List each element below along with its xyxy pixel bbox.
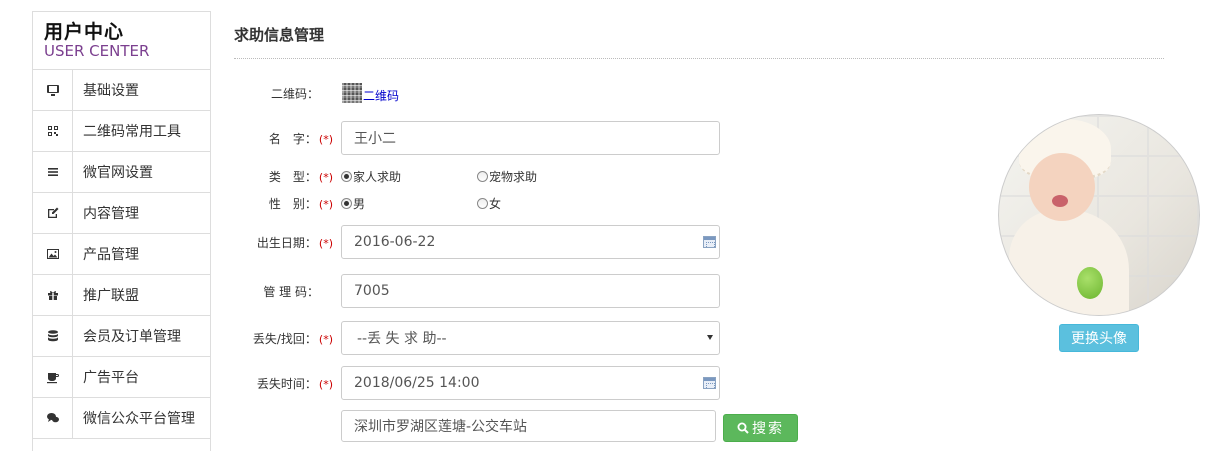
gender-label: 性 别： (*) (268, 197, 333, 211)
radio-unchecked-icon (477, 171, 488, 182)
qrcode-link[interactable]: 二维码 (363, 87, 399, 104)
type-radio-family[interactable]: 家人求助 (341, 168, 477, 185)
sidebar-item-micro-site[interactable]: 微官网设置 (33, 152, 210, 193)
list-icon (33, 152, 73, 192)
name-row: 名 字： (*) 王小二 (234, 121, 720, 155)
title-divider (234, 58, 1164, 59)
sidebar-item-label: 微官网设置 (83, 165, 153, 181)
radio-checked-icon (341, 198, 352, 209)
calendar-icon[interactable] (703, 377, 716, 389)
brand: 用户中心 USER CENTER (33, 12, 210, 70)
type-label: 类 型： (*) (268, 170, 333, 184)
sidebar-item-label: 内容管理 (83, 206, 139, 222)
manage-code-label: 管 理 码： (263, 284, 319, 299)
manage-code-row: 管 理 码： 7005 (234, 274, 720, 308)
type-radio-group: 家人求助 宠物求助 (341, 168, 537, 185)
birthday-value: 2016-06-22 (354, 234, 436, 250)
lost-time-value: 2018/06/25 14:00 (354, 375, 480, 391)
gender-radio-female[interactable]: 女 (477, 195, 501, 212)
cup-icon (33, 357, 73, 397)
change-avatar-button[interactable]: 更换头像 (1059, 324, 1139, 352)
sidebar-item-qrcode-tools[interactable]: 二维码常用工具 (33, 111, 210, 152)
sidebar-item-content[interactable]: 内容管理 (33, 193, 210, 234)
sidebar-item-label: 会员及订单管理 (83, 329, 181, 345)
brand-subtitle: USER CENTER (44, 42, 150, 60)
sidebar-item-label: 产品管理 (83, 247, 139, 263)
qrcode-thumbnail-icon[interactable] (342, 83, 362, 103)
lost-time-input[interactable]: 2018/06/25 14:00 (341, 366, 720, 400)
type-row: 类 型： (*) 家人求助 宠物求助 (234, 168, 537, 185)
lost-time-row: 丢失时间： (*) 2018/06/25 14:00 (234, 366, 720, 400)
sidebar-item-ad-platform[interactable]: 广告平台 (33, 357, 210, 398)
radio-checked-icon (341, 171, 352, 182)
chevron-down-icon (707, 335, 713, 340)
lost-time-label: 丢失时间： (*) (256, 376, 333, 391)
gender-radio-male[interactable]: 男 (341, 195, 477, 212)
avatar (998, 114, 1200, 316)
address-input[interactable]: 深圳市罗湖区莲塘-公交车站 (341, 410, 716, 442)
lost-found-row: 丢失/找回： (*) --丢 失 求 助-- (234, 321, 720, 355)
radio-unchecked-icon (477, 198, 488, 209)
gender-radio-group: 男 女 (341, 195, 501, 212)
page-title: 求助信息管理 (234, 26, 325, 44)
sidebar-item-label: 基础设置 (83, 83, 139, 99)
gender-row: 性 别： (*) 男 女 (234, 195, 501, 212)
sidebar-item-label: 微信公众平台管理 (83, 411, 195, 427)
database-icon (33, 316, 73, 356)
image-icon (33, 234, 73, 274)
qrcode-row: 二维码： 二维码 (234, 82, 399, 104)
sidebar-item-basic-settings[interactable]: 基础设置 (33, 70, 210, 111)
birthday-row: 出生日期： (*) 2016-06-22 (234, 225, 720, 259)
sidebar-item-products[interactable]: 产品管理 (33, 234, 210, 275)
birthday-label: 出生日期： (*) (256, 235, 333, 250)
qrcode-label: 二维码： (270, 86, 319, 101)
sidebar-item-promotion[interactable]: 推广联盟 (33, 275, 210, 316)
monitor-icon (33, 70, 73, 110)
sidebar-item-label: 二维码常用工具 (83, 124, 181, 140)
name-label: 名 字： (*) (268, 131, 333, 146)
manage-code-input[interactable]: 7005 (341, 274, 720, 308)
lost-found-select[interactable]: --丢 失 求 助-- (341, 321, 720, 355)
sidebar-item-wechat[interactable]: 微信公众平台管理 (33, 398, 210, 439)
type-radio-pet[interactable]: 宠物求助 (477, 168, 537, 185)
qrcode-icon (33, 111, 73, 151)
chat-icon (33, 398, 73, 438)
search-icon (737, 422, 749, 434)
calendar-icon[interactable] (703, 236, 716, 248)
lost-found-label: 丢失/找回： (*) (252, 331, 333, 346)
birthday-input[interactable]: 2016-06-22 (341, 225, 720, 259)
sidebar: 用户中心 USER CENTER 基础设置 二维码常用工具 微官网设置 内容管理… (32, 11, 211, 451)
name-input[interactable]: 王小二 (341, 121, 720, 155)
brand-title: 用户中心 (44, 21, 125, 43)
address-row: 深圳市罗湖区莲塘-公交车站 (234, 410, 716, 442)
sidebar-item-label: 广告平台 (83, 370, 139, 386)
edit-icon (33, 193, 73, 233)
gift-icon (33, 275, 73, 315)
search-button[interactable]: 搜索 (723, 414, 798, 442)
sidebar-item-members-orders[interactable]: 会员及订单管理 (33, 316, 210, 357)
sidebar-item-label: 推广联盟 (83, 288, 139, 304)
lost-found-selected: --丢 失 求 助-- (357, 331, 447, 347)
